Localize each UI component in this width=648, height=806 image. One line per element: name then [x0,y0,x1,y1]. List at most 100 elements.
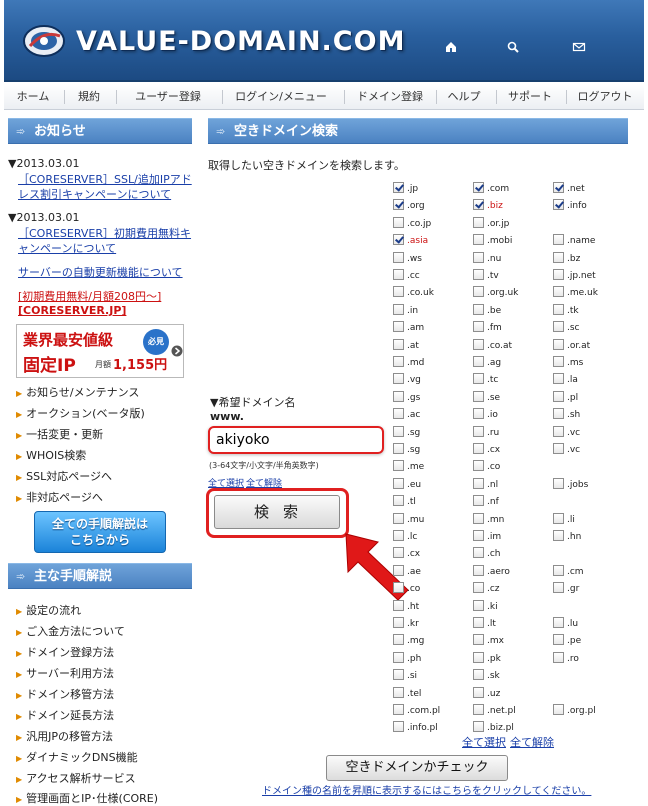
tld-checkbox[interactable] [393,600,404,611]
tld-checkbox[interactable] [393,269,404,280]
tld-option[interactable]: .pe [553,634,581,648]
tld-checkbox[interactable] [553,339,564,350]
tld-option[interactable]: .bz [553,252,580,266]
tld-checkbox[interactable] [393,687,404,698]
tld-checkbox[interactable] [553,426,564,437]
tld-option[interactable]: .aero [473,565,510,579]
tld-option[interactable]: .tk [553,304,579,318]
tld-option[interactable]: .org.pl [553,704,596,718]
nav-user-register[interactable]: ユーザー登録 [118,84,218,110]
tld-checkbox[interactable] [473,443,484,454]
menu-item[interactable]: ▶ お知らせ/メンテナンス [16,384,139,400]
tld-option[interactable]: .fm [473,321,502,335]
tld-checkbox[interactable] [473,182,484,193]
tld-option[interactable]: .net.pl [473,704,516,718]
tld-option[interactable]: .gr [553,582,579,596]
menu-item[interactable]: ▶ 一括変更・更新 [16,426,103,442]
tld-option[interactable]: .co.jp [393,217,431,231]
tld-option[interactable]: .pl [553,391,578,405]
tld-checkbox[interactable] [473,286,484,297]
news-link[interactable]: ［CORESERVER］SSL/追加IPアドレス割引キャンペーンについて [18,172,193,202]
tld-checkbox[interactable] [473,426,484,437]
tld-checkbox[interactable] [553,634,564,645]
tld-checkbox[interactable] [473,217,484,228]
tld-checkbox[interactable] [553,652,564,663]
tld-option[interactable]: .kr [393,617,419,631]
tld-option[interactable]: .tel [393,687,421,701]
nav-home[interactable]: ホーム [8,84,58,110]
procedure-item[interactable]: ▶ アクセス解析サービス [16,770,136,786]
menu-item[interactable]: ▶ オークション(ベータ版) [16,405,145,421]
check-availability-button[interactable]: 空きドメインかチェック [326,755,508,781]
tld-option[interactable]: .co [393,582,420,596]
tld-checkbox[interactable] [473,600,484,611]
tld-checkbox[interactable] [553,269,564,280]
nav-help[interactable]: ヘルプ [438,84,490,110]
tld-option[interactable]: .asia [393,234,428,248]
nav-login-menu[interactable]: ログイン/メニュー [226,84,336,110]
tld-checkbox[interactable] [553,391,564,402]
nav-support[interactable]: サポート [498,84,562,110]
tld-checkbox[interactable] [393,582,404,593]
tld-option[interactable]: .la [553,373,578,387]
tld-option[interactable]: .tl [393,495,416,509]
tld-option[interactable]: .co.uk [393,286,434,300]
tld-checkbox[interactable] [553,252,564,263]
tld-checkbox[interactable] [393,339,404,350]
tld-option[interactable]: .or.at [553,339,590,353]
tld-checkbox[interactable] [393,565,404,576]
tld-option[interactable]: .me [393,460,424,474]
tld-option[interactable]: .ph [393,652,421,666]
tld-checkbox[interactable] [473,547,484,558]
procedure-item[interactable]: ▶ ドメイン登録方法 [16,644,114,660]
tld-checkbox[interactable] [473,565,484,576]
logo-globe-icon[interactable] [22,24,66,58]
tld-option[interactable]: .co [473,460,500,474]
tld-checkbox[interactable] [393,182,404,193]
tld-checkbox[interactable] [553,443,564,454]
tld-checkbox[interactable] [393,513,404,524]
tld-checkbox[interactable] [473,669,484,680]
tld-checkbox[interactable] [553,408,564,419]
tld-option[interactable]: .nu [473,252,501,266]
tld-option[interactable]: .net [553,182,585,196]
tld-option[interactable]: .mn [473,513,504,527]
tld-option[interactable]: .cz [473,582,500,596]
tld-option[interactable]: .pk [473,652,501,666]
tld-option[interactable]: .mu [393,513,424,527]
tld-option[interactable]: .me.uk [553,286,598,300]
tld-checkbox[interactable] [473,252,484,263]
tld-option[interactable]: .be [473,304,501,318]
search-button[interactable]: 検索 [214,495,340,529]
menu-item[interactable]: ▶ WHOIS検索 [16,447,86,463]
tld-checkbox[interactable] [393,304,404,315]
tld-checkbox[interactable] [473,513,484,524]
promo-link[interactable]: [初期費用無料/月額208円～] [18,288,161,304]
tld-checkbox[interactable] [473,634,484,645]
tld-option[interactable]: .co.at [473,339,512,353]
tld-option[interactable]: .am [393,321,424,335]
domain-name-input[interactable] [208,426,384,454]
tld-checkbox[interactable] [553,704,564,715]
coreserver-link[interactable]: [CORESERVER.JP] [18,304,126,317]
tld-checkbox[interactable] [553,356,564,367]
tld-option[interactable]: .si [393,669,417,683]
tld-checkbox[interactable] [473,304,484,315]
tld-option[interactable]: .ht [393,600,419,614]
tld-option[interactable]: .jobs [553,478,588,492]
nav-domain-register[interactable]: ドメイン登録 [346,84,434,110]
tld-option[interactable]: .ch [473,547,501,561]
tld-checkbox[interactable] [393,356,404,367]
tld-checkbox[interactable] [393,634,404,645]
tld-checkbox[interactable] [473,721,484,732]
tld-checkbox[interactable] [553,373,564,384]
tld-checkbox[interactable] [473,652,484,663]
tld-option[interactable]: .vg [393,373,421,387]
tld-option[interactable]: .info [553,199,587,213]
tld-option[interactable]: .io [473,408,498,422]
tld-checkbox[interactable] [473,269,484,280]
tld-checkbox[interactable] [393,391,404,402]
tld-checkbox[interactable] [393,495,404,506]
procedure-item[interactable]: ▶ ダイナミックDNS機能 [16,749,138,765]
tld-option[interactable]: .mobi [473,234,512,248]
